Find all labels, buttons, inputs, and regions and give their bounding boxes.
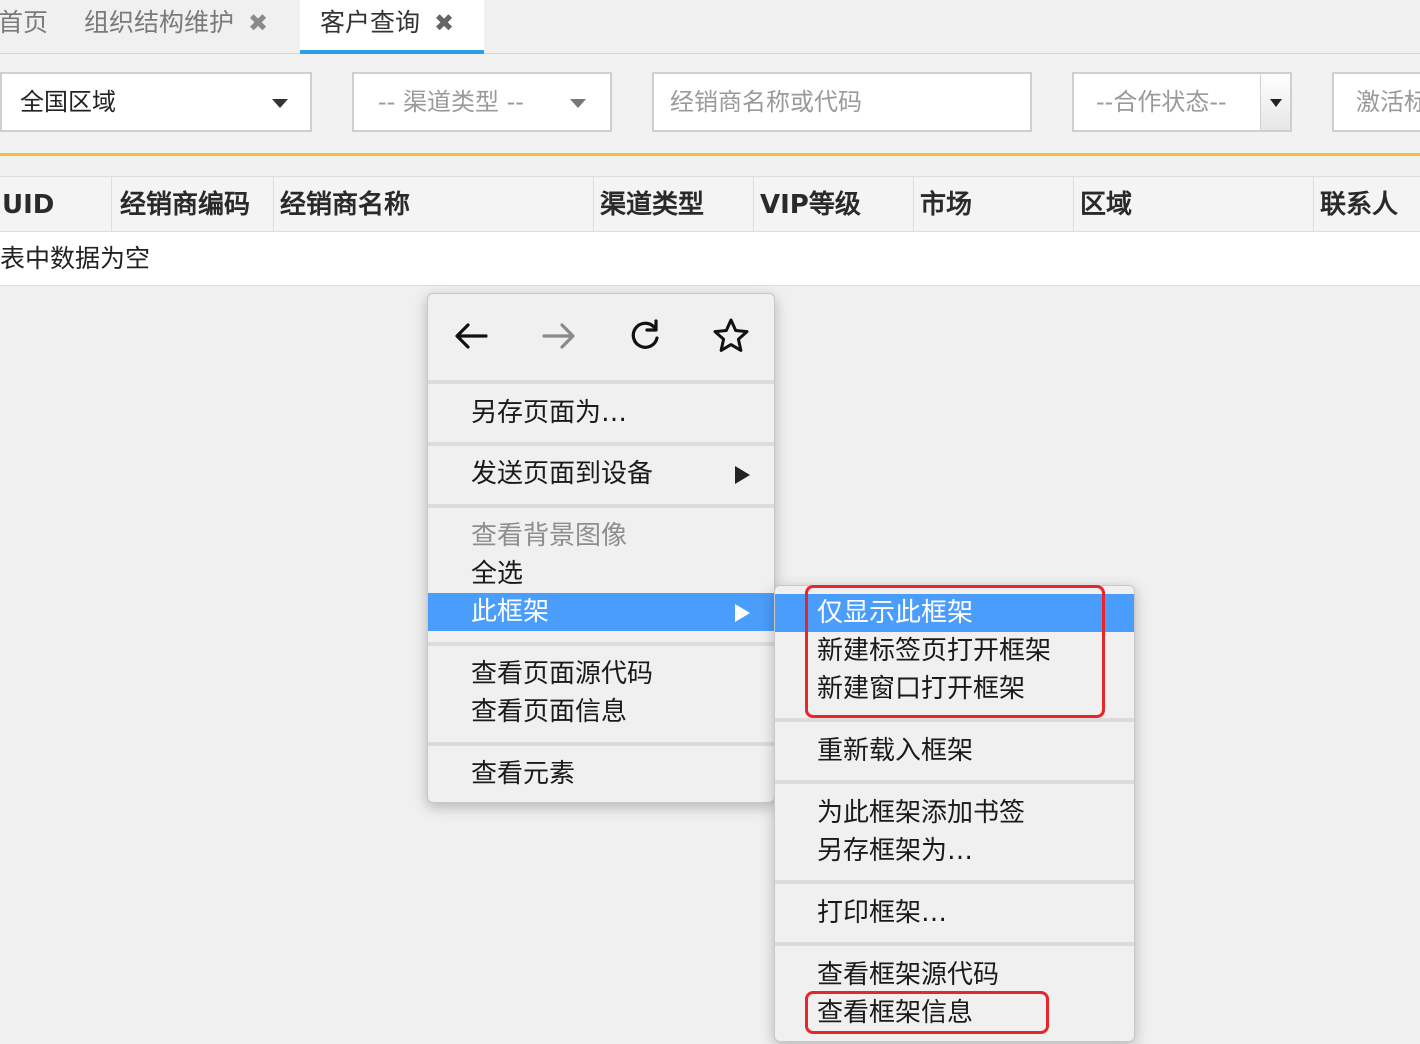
- menu-item-view-frame-source[interactable]: 查看框架源代码: [775, 956, 1134, 994]
- menu-separator: [775, 942, 1134, 946]
- table-header: UID 经销商编码 经销商名称 渠道类型 VIP等级 市场 区域 联系人: [0, 176, 1420, 232]
- browser-page: 首页 组织结构维护 ✖ 客户查询 ✖ 全国区域 -- 渠道类型 -- 经销商名称或代…: [0, 0, 1420, 1044]
- activation-select[interactable]: 激活标: [1332, 72, 1420, 132]
- menu-item-label: 发送页面到设备: [471, 459, 654, 489]
- channel-type-select[interactable]: -- 渠道类型 --: [352, 72, 612, 132]
- toolbar-divider: [0, 153, 1420, 156]
- menu-item-view-page-source[interactable]: 查看页面源代码: [428, 655, 774, 693]
- menu-item-view-background-image: 查看背景图像: [471, 521, 628, 551]
- column-header-dealer-name[interactable]: 经销商名称: [274, 177, 594, 231]
- chevron-right-icon: [735, 466, 750, 484]
- column-header-region[interactable]: 区域: [1074, 177, 1314, 231]
- activation-placeholder: 激活标: [1356, 88, 1420, 116]
- menu-separator: [775, 718, 1134, 722]
- menu-item-inspect-element[interactable]: 查看元素: [428, 755, 774, 793]
- menu-separator: [428, 742, 774, 746]
- menu-item-label: 此框架: [471, 597, 550, 627]
- menu-item-send-to-device[interactable]: 发送页面到设备: [428, 455, 774, 493]
- chevron-down-icon: [272, 99, 288, 108]
- reload-icon[interactable]: [623, 314, 667, 358]
- menu-item-open-frame-new-window[interactable]: 新建窗口打开框架: [775, 670, 1134, 708]
- tab-org-structure[interactable]: 组织结构维护 ✖: [84, 0, 268, 54]
- menu-item-view-frame-info[interactable]: 查看框架信息: [775, 994, 1134, 1032]
- dealer-search-input[interactable]: 经销商名称或代码: [652, 72, 1032, 132]
- column-header-dealer-code[interactable]: 经销商编码: [114, 177, 274, 231]
- menu-item-bookmark-frame[interactable]: 为此框架添加书签: [775, 794, 1134, 832]
- menu-item-open-frame-new-tab[interactable]: 新建标签页打开框架: [775, 632, 1134, 670]
- menu-separator: [428, 504, 774, 508]
- table-empty-message: 表中数据为空: [0, 232, 1420, 286]
- menu-item-show-only-this-frame[interactable]: 仅显示此框架: [775, 594, 1134, 632]
- frame-submenu: 仅显示此框架 新建标签页打开框架 新建窗口打开框架 重新载入框架 为此框架添加书…: [774, 585, 1135, 1042]
- dropdown-button[interactable]: [1260, 74, 1290, 130]
- menu-item-select-all[interactable]: 全选: [428, 555, 774, 593]
- tab-label: 客户查询: [320, 8, 421, 37]
- tab-label: 首页: [0, 8, 49, 37]
- context-menu-nav: [428, 294, 774, 380]
- column-header-market[interactable]: 市场: [914, 177, 1074, 231]
- tab-customer-query[interactable]: 客户查询 ✖: [300, 0, 484, 54]
- tab-label: 组织结构维护: [84, 8, 235, 37]
- column-header-contact[interactable]: 联系人: [1314, 177, 1420, 231]
- menu-item-this-frame[interactable]: 此框架: [428, 593, 774, 631]
- column-header-vip-level[interactable]: VIP等级: [754, 177, 914, 231]
- menu-item-print-frame[interactable]: 打印框架…: [775, 894, 1134, 932]
- menu-item-view-page-info[interactable]: 查看页面信息: [428, 693, 774, 731]
- region-select[interactable]: 全国区域: [0, 72, 312, 132]
- chevron-right-icon: [735, 604, 750, 622]
- tab-home[interactable]: 首页: [0, 0, 48, 54]
- close-icon[interactable]: ✖: [434, 9, 454, 37]
- chevron-down-icon: [570, 99, 586, 108]
- cooperation-status-select[interactable]: --合作状态--: [1072, 72, 1292, 132]
- menu-separator: [428, 380, 774, 384]
- star-icon[interactable]: [709, 314, 753, 358]
- menu-separator: [428, 442, 774, 446]
- menu-separator: [428, 642, 774, 646]
- menu-separator: [775, 780, 1134, 784]
- back-arrow-icon[interactable]: [450, 314, 494, 358]
- dealer-search-placeholder: 经销商名称或代码: [670, 88, 862, 116]
- channel-type-placeholder: -- 渠道类型 --: [378, 88, 524, 116]
- column-header-channel-type[interactable]: 渠道类型: [594, 177, 754, 231]
- menu-separator: [775, 880, 1134, 884]
- chevron-down-icon: [1270, 99, 1282, 107]
- cooperation-status-placeholder: --合作状态--: [1096, 88, 1227, 116]
- region-select-value: 全国区域: [20, 88, 116, 116]
- menu-item-save-page-as[interactable]: 另存页面为…: [428, 394, 774, 432]
- forward-arrow-icon[interactable]: [536, 314, 580, 358]
- menu-item-save-frame-as[interactable]: 另存框架为…: [775, 832, 1134, 870]
- tab-bar: 首页 组织结构维护 ✖ 客户查询 ✖: [0, 0, 1420, 54]
- menu-item-reload-frame[interactable]: 重新载入框架: [775, 732, 1134, 770]
- context-menu: 另存页面为… 发送页面到设备 查看背景图像 全选 此框架 查看页面源代码 查看页…: [427, 293, 775, 803]
- column-header-uid[interactable]: UID: [0, 177, 112, 231]
- close-icon[interactable]: ✖: [248, 9, 268, 37]
